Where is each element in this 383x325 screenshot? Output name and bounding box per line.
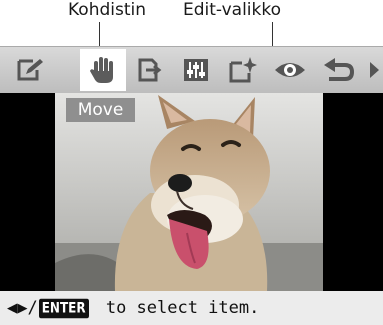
dog-photo <box>55 93 323 291</box>
edit-menu-callout-label: Edit-valikko <box>183 0 282 20</box>
status-hint-text: to select item. <box>95 298 260 318</box>
menu-leader-vertical <box>272 22 273 46</box>
status-bar: ◀▶/ ENTER to select item. <box>0 291 383 325</box>
image-preview[interactable] <box>0 93 383 291</box>
mode-label: Move <box>66 98 135 122</box>
rotate-icon[interactable] <box>132 49 168 91</box>
cursor-callout-label: Kohdistin <box>68 0 147 20</box>
left-right-arrows-hint: ◀▶/ <box>7 298 38 318</box>
scroll-right-arrow-icon[interactable] <box>366 49 382 91</box>
adjust-sliders-icon[interactable] <box>178 49 214 91</box>
frame-sparkle-icon[interactable] <box>225 49 261 91</box>
undo-icon[interactable] <box>318 49 358 91</box>
enter-key-icon: ENTER <box>38 298 89 318</box>
hand-move-icon[interactable] <box>80 49 126 91</box>
edit-toolbar <box>0 46 383 94</box>
pencil-edit-icon[interactable] <box>12 49 48 91</box>
eye-icon[interactable] <box>272 49 308 91</box>
